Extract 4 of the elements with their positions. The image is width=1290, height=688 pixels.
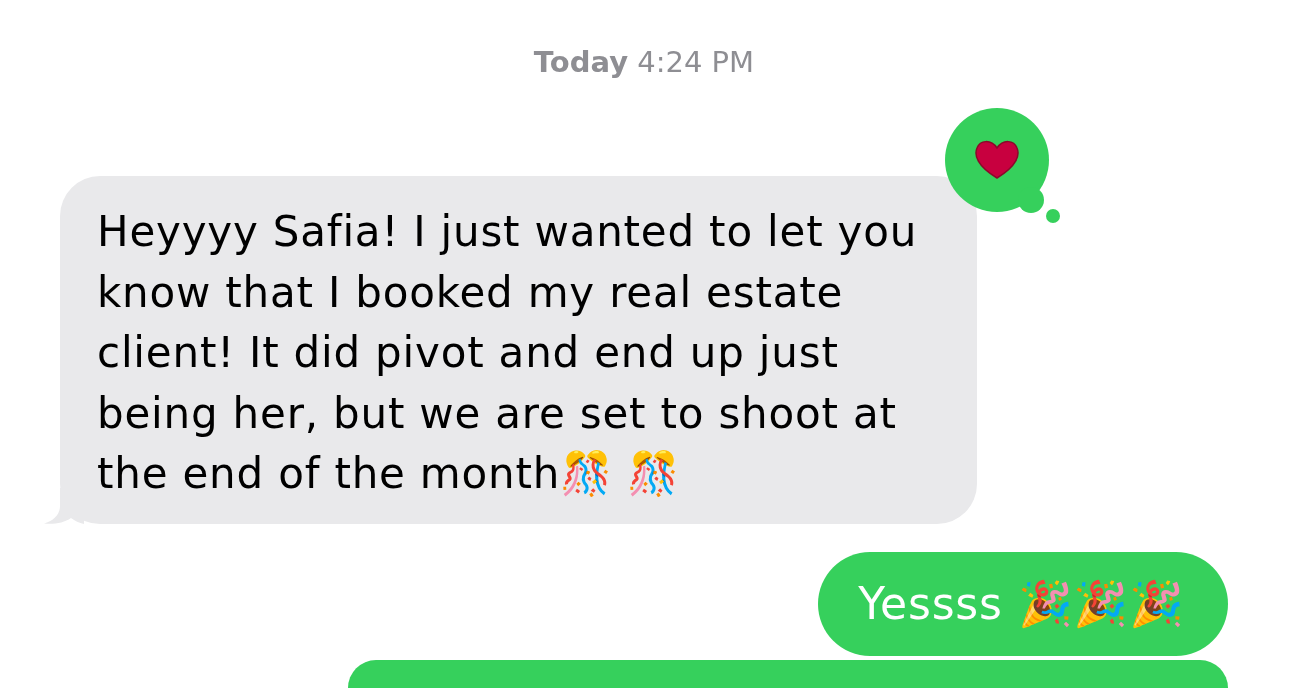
message-text: Yessss 🎉🎉🎉 [858,577,1185,629]
heart-reaction-icon [945,108,1060,223]
timestamp: Today 4:24 PM [533,44,755,80]
message-text: Heyyyy Safia! I just wanted to let you know that I booked my real estate client! It did pivot and end up just being her, but we are set to shoot at the end of the month🎊 🎊 [97,207,918,498]
